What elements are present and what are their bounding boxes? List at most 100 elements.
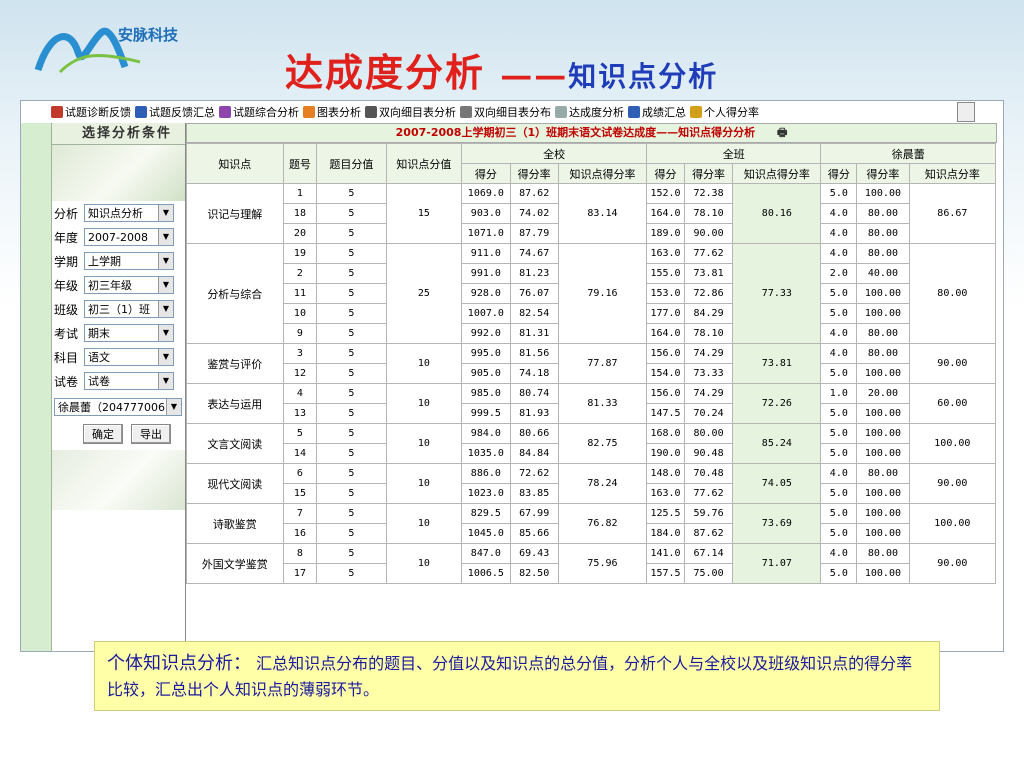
qscore-cell: 5	[316, 463, 387, 484]
student-rate-cell: 80.00	[856, 203, 910, 224]
class-rate-cell: 77.62	[683, 483, 734, 504]
qscore-cell: 5	[316, 563, 387, 584]
student-rate-cell: 100.00	[856, 563, 910, 584]
toolbar-item[interactable]: 试题综合分析	[219, 104, 299, 120]
filter-label: 学期	[54, 254, 79, 269]
class-krate-cell: 73.69	[732, 503, 822, 544]
filter-select[interactable]: 期末 ▼	[84, 324, 174, 342]
filter-select-value: 期末	[88, 327, 110, 340]
title-dash: ——	[500, 56, 569, 94]
student-rate-cell: 40.00	[856, 263, 910, 284]
school-score-cell: 847.0	[461, 543, 511, 564]
knowledge-cell: 鉴赏与评价	[186, 343, 284, 384]
qscore-cell: 5	[316, 503, 387, 524]
qscore-cell: 5	[316, 183, 387, 204]
student-rate-cell: 100.00	[856, 283, 910, 304]
table-row: 现代文阅读 6 5 10 886.0 72.62 78.24 148.0 70.48 74.05 4…	[186, 463, 997, 504]
filter-select[interactable]: 初三（1）班 ▼	[84, 300, 174, 318]
student-rate-cell: 80.00	[856, 463, 910, 484]
qscore-cell: 5	[316, 323, 387, 344]
school-krate-cell: 76.82	[557, 503, 648, 544]
filter-sidebar: 选择分析条件 分析 知识点分析 ▼ 年度 2007-2008 ▼ 学期 上学期 ▼ 年级 初三年级 ▼…	[51, 123, 203, 651]
export-button[interactable]: 导出	[131, 424, 171, 444]
student-rate-cell: 100.00	[856, 363, 910, 384]
qscore-cell: 5	[316, 343, 387, 364]
chevron-down-icon: ▼	[158, 325, 173, 341]
binocular-icon	[460, 106, 472, 118]
toolbar-item[interactable]: 试题诊断反馈	[51, 104, 131, 120]
student-select[interactable]: 徐晨蕾（204777006 ▼	[54, 398, 182, 416]
confirm-button[interactable]: 确定	[83, 424, 123, 444]
toolbar-item[interactable]: 个人得分率	[690, 104, 759, 120]
student-score-cell: 5.0	[820, 183, 858, 204]
student-rate-cell: 100.00	[856, 183, 910, 204]
results-area: 2007-2008上学期初三（1）班期末语文试卷达成度——知识点得分分析 🖶 知…	[185, 123, 997, 651]
school-rate-cell: 83.85	[509, 483, 559, 504]
filter-select[interactable]: 上学期 ▼	[84, 252, 174, 270]
class-rate-cell: 90.48	[683, 443, 734, 464]
class-score-cell: 156.0	[646, 383, 685, 404]
student-rate-cell: 100.00	[856, 503, 910, 524]
class-score-cell: 153.0	[646, 283, 685, 304]
toolbar-scroll-button[interactable]	[957, 102, 975, 122]
filter-select[interactable]: 初三年级 ▼	[84, 276, 174, 294]
qscore-cell: 5	[316, 243, 387, 264]
toolbar-item[interactable]: 达成度分析	[555, 104, 624, 120]
col-school: 全校	[461, 143, 648, 164]
qscore-cell: 5	[316, 223, 387, 244]
school-rate-cell: 72.62	[509, 463, 559, 484]
col-knowledge: 知识点	[186, 143, 284, 184]
printer-icon[interactable]: 🖶	[777, 126, 787, 139]
description-box: 个体知识点分析： 汇总知识点分布的题目、分值以及知识点的总分值，分析个人与全校以…	[94, 641, 940, 711]
qno-cell: 13	[282, 403, 318, 424]
student-score-cell: 2.0	[820, 263, 858, 284]
toolbar-item[interactable]: 双向细目表分析	[365, 104, 456, 120]
class-rate-cell: 78.10	[683, 323, 734, 344]
col-student-rate: 得分率	[856, 163, 910, 184]
kscore-cell: 10	[385, 503, 463, 544]
class-score-cell: 164.0	[646, 323, 685, 344]
kscore-cell: 10	[385, 543, 463, 584]
class-rate-cell: 67.14	[683, 543, 734, 564]
school-score-cell: 992.0	[461, 323, 511, 344]
school-rate-cell: 81.56	[509, 343, 559, 364]
filter-select[interactable]: 知识点分析 ▼	[84, 204, 174, 222]
class-rate-cell: 84.29	[683, 303, 734, 324]
toolbar-item[interactable]: 双向细目表分布	[460, 104, 551, 120]
qscore-cell: 5	[316, 263, 387, 284]
col-kscore: 知识点分值	[385, 143, 463, 184]
filter-select[interactable]: 试卷 ▼	[84, 372, 174, 390]
toolbar-item[interactable]: 试题反馈汇总	[135, 104, 215, 120]
toolbar-item-label: 图表分析	[317, 106, 361, 119]
filter-select-value: 2007-2008	[88, 230, 148, 244]
toolbar-item[interactable]: 图表分析	[303, 104, 361, 120]
filter-label: 试卷	[54, 374, 79, 389]
class-rate-cell: 80.00	[683, 423, 734, 444]
filter-select[interactable]: 2007-2008 ▼	[84, 228, 174, 246]
table-caption: 2007-2008上学期初三（1）班期末语文试卷达成度——知识点得分分析 🖶	[186, 123, 997, 143]
student-rate-cell: 80.00	[856, 343, 910, 364]
school-score-cell: 903.0	[461, 203, 511, 224]
filter-select[interactable]: 语文 ▼	[84, 348, 174, 366]
toolbar-item[interactable]: 成绩汇总	[628, 104, 686, 120]
student-score-cell: 4.0	[820, 323, 858, 344]
class-rate-cell: 70.48	[683, 463, 734, 484]
student-score-cell: 4.0	[820, 543, 858, 564]
kscore-cell: 25	[385, 243, 463, 344]
filter-select-value: 语文	[88, 351, 110, 364]
class-rate-cell: 73.33	[683, 363, 734, 384]
school-score-cell: 1045.0	[461, 523, 511, 544]
qno-cell: 9	[282, 323, 318, 344]
col-student: 徐晨蕾	[820, 143, 996, 164]
school-score-cell: 999.5	[461, 403, 511, 424]
filter-row: 班级 初三（1）班 ▼	[52, 297, 202, 321]
knowledge-cell: 文言文阅读	[186, 423, 284, 464]
col-class-score: 得分	[646, 163, 685, 184]
filter-label: 科目	[54, 350, 79, 365]
school-score-cell: 1023.0	[461, 483, 511, 504]
class-score-cell: 190.0	[646, 443, 685, 464]
school-score-cell: 985.0	[461, 383, 511, 404]
qno-cell: 5	[282, 423, 318, 444]
qno-cell: 20	[282, 223, 318, 244]
filter-row: 科目 语文 ▼	[52, 345, 202, 369]
